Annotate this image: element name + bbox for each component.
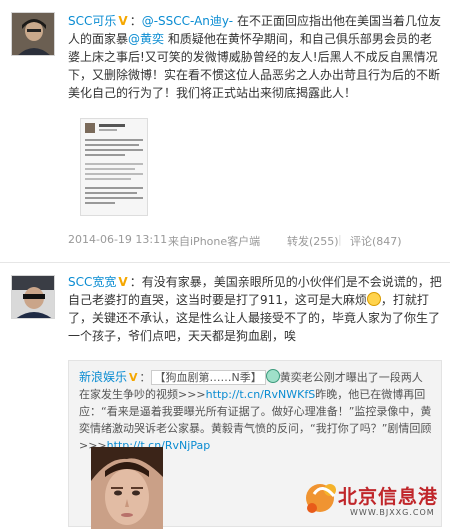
verified-badge-icon: V: [118, 14, 128, 28]
post-image-thumbnail[interactable]: [80, 118, 148, 216]
watermark-name: 北京信息港: [338, 486, 439, 508]
watermark-url: WWW.BJXXG.COM: [350, 508, 435, 517]
woman-face-photo: [91, 447, 163, 529]
post-meta-row: 2014-06-19 13:11 来自iPhone客户端 转发(255) | 评…: [68, 233, 442, 249]
verified-badge-icon: V: [129, 371, 138, 384]
repost-link[interactable]: 转发(255): [287, 233, 339, 249]
mention-link-huangyi[interactable]: @黄奕: [128, 32, 164, 46]
video-link[interactable]: http://t.cn/RvNWKfS: [206, 388, 316, 401]
post-timestamp[interactable]: 2014-06-19 13:11: [68, 233, 167, 246]
author-name-link[interactable]: SCC宽宽: [68, 275, 116, 289]
avatar-photo: [12, 276, 54, 318]
screenshot-thumbnail-image: [81, 119, 147, 215]
retweet-text: 新浪娱乐 V：【狗血剧第……N季】 黄奕老公刚才曝出了一段两人在家发生争吵的视频>>…: [79, 369, 432, 452]
retweet-image[interactable]: [91, 447, 163, 529]
meta-divider: |: [338, 233, 342, 246]
post-text-colon: ：: [129, 14, 142, 28]
mention-link-sscc-andy[interactable]: @-SSCC-An迪y-: [142, 14, 233, 28]
site-watermark-logo: 北京信息港 WWW.BJXXG.COM: [300, 476, 448, 524]
verified-badge-icon: V: [118, 275, 128, 289]
author-avatar[interactable]: [11, 275, 55, 319]
author-avatar[interactable]: [11, 12, 55, 56]
author-name-link[interactable]: SCC可乐: [68, 14, 116, 28]
retweet-author-link[interactable]: 新浪娱乐: [79, 370, 127, 384]
grin-emoji-icon: [265, 369, 280, 383]
post-text: SCC可乐 V ：@-SSCC-An迪y- 在不正面回应指出他在美国当着几位友人的面…: [68, 12, 442, 102]
post-source[interactable]: 来自iPhone客户端: [168, 233, 260, 249]
weibo-post-1: SCC可乐 V ：@-SSCC-An迪y- 在不正面回应指出他在美国当着几位友人的面…: [0, 0, 450, 262]
sweat-emoji-icon: [366, 292, 381, 306]
topic-tag[interactable]: 【狗血剧第……N季】: [150, 370, 266, 385]
avatar-photo: [12, 13, 54, 55]
comment-link[interactable]: 评论(847): [350, 233, 402, 249]
post-text: SCC宽宽 V ：有没有家暴，美国亲眼所见的小伙伴们是不会说谎的，把自己老婆打的直哭…: [68, 273, 442, 345]
